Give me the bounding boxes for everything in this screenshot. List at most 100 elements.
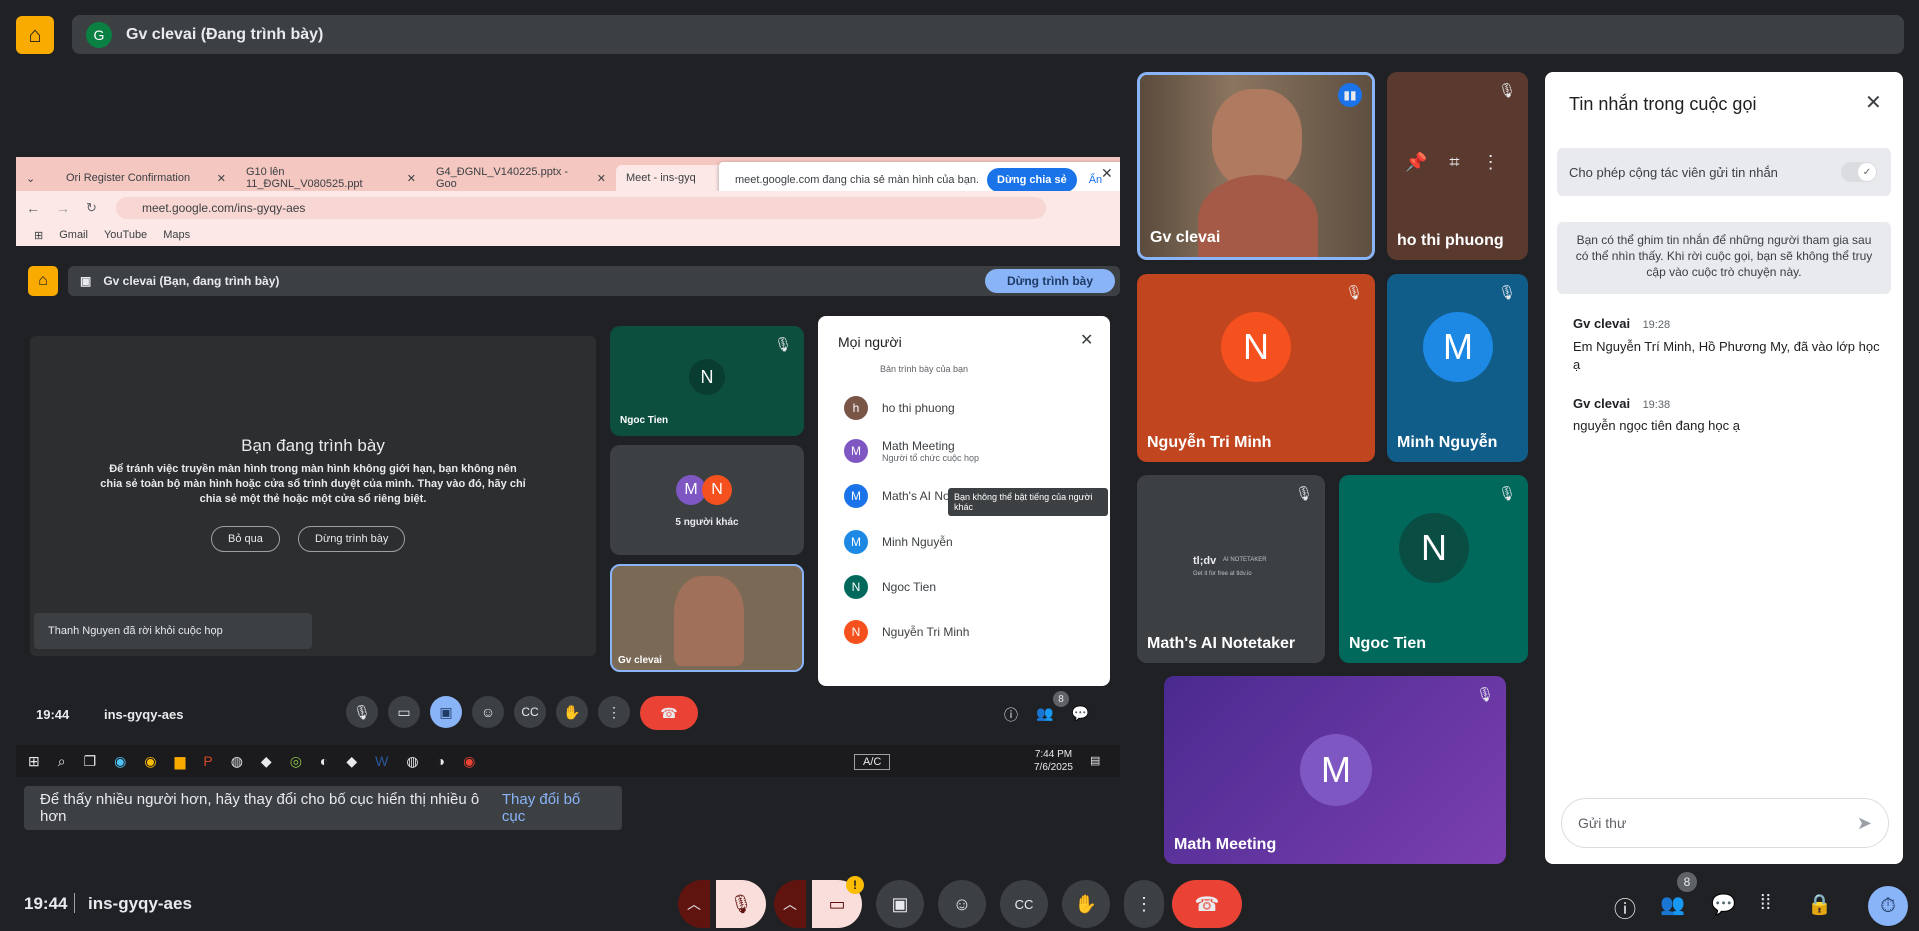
start-icon[interactable]: ⊞: [28, 753, 40, 770]
bookmark-youtube[interactable]: YouTube: [104, 229, 147, 241]
app-icon[interactable]: ◍: [406, 753, 418, 770]
tile-ngoc-tien[interactable]: N 🎙 Ngoc Tien: [1339, 475, 1528, 663]
pin-icon[interactable]: 📌: [1405, 152, 1427, 173]
app-icon[interactable]: ◐: [320, 753, 328, 769]
close-chat-icon[interactable]: ✕: [1865, 90, 1882, 115]
tile-ho-thi-phuong[interactable]: 🎙 📌 ⌗ ⋮ ho thi phuong: [1387, 72, 1528, 260]
app-icon[interactable]: ◑: [437, 753, 445, 769]
task-view-icon[interactable]: ❐: [84, 753, 97, 770]
apps-icon[interactable]: ⊞: [34, 229, 43, 242]
url-field[interactable]: meet.google.com/ins-gyqy-aes: [116, 197, 1046, 219]
host-controls-icon[interactable]: 🔒: [1807, 892, 1832, 917]
tab-label: G4_ĐGNL_V140225.pptx - Goo: [436, 166, 569, 190]
mic-off-button[interactable]: 🎙: [716, 880, 766, 928]
reload-icon[interactable]: ↻: [86, 200, 97, 216]
stop-presenting-inner-button[interactable]: Dừng trình bày: [298, 526, 406, 552]
person-name: Ngoc Tien: [882, 580, 937, 594]
mic-icon[interactable]: 🎙: [346, 696, 378, 728]
captions-icon[interactable]: CC: [514, 696, 546, 728]
tile-gv-clevai[interactable]: ▮▮ Gv clevai: [1137, 72, 1375, 260]
list-item[interactable]: M Math Meeting Người tổ chức cuộc họp: [844, 439, 979, 463]
people-icon[interactable]: 👥: [1660, 892, 1685, 917]
end-call-button[interactable]: ☎: [1172, 880, 1242, 928]
presenting-desc: Để tránh việc truyền màn hình trong màn …: [100, 463, 526, 505]
chrome-icon[interactable]: ◉: [463, 753, 475, 770]
list-item[interactable]: M Minh Nguyễn: [844, 530, 953, 554]
app-icon[interactable]: ◆: [261, 753, 272, 770]
list-item[interactable]: h ho thi phuong: [844, 396, 955, 420]
tile-nguyen-tri-minh[interactable]: N 🎙 Nguyễn Tri Minh: [1137, 274, 1375, 462]
more-options-button[interactable]: ⋮: [1124, 880, 1164, 928]
mic-off-icon: 🎙: [774, 336, 792, 352]
people-icon[interactable]: 👥: [1036, 705, 1053, 725]
forward-icon[interactable]: →: [56, 200, 70, 216]
close-window-icon[interactable]: ✕: [1101, 165, 1113, 182]
change-layout-button[interactable]: Thay đổi bố cục: [502, 791, 606, 825]
timer-icon[interactable]: ⏱: [1868, 886, 1908, 926]
word-icon[interactable]: W: [375, 753, 388, 769]
language-indicator[interactable]: A/C: [854, 754, 891, 770]
list-item[interactable]: N Nguyễn Tri Minh: [844, 620, 969, 644]
inner-meet: ⌂ ▣ Gv clevai (Bạn, đang trình bày) Dừng…: [16, 253, 1120, 779]
present-icon[interactable]: ▣: [430, 696, 462, 728]
browser-tab[interactable]: G10 lên 11_ĐGNL_V080525.ppt ✕: [236, 165, 426, 191]
tile-others[interactable]: M N 5 người khác: [610, 445, 804, 555]
end-call-button[interactable]: ☎: [640, 696, 698, 730]
mic-off-icon: 🎙: [1345, 284, 1363, 300]
taskbar-clock[interactable]: 7:44 PM 7/6/2025: [1034, 748, 1073, 774]
tab-label: G10 lên 11_ĐGNL_V080525.ppt: [246, 166, 363, 190]
more-options-icon[interactable]: ⋮: [1482, 152, 1500, 173]
message-input[interactable]: Gửi thư ➤: [1561, 798, 1889, 848]
more-options-icon[interactable]: ⋮: [598, 696, 630, 728]
send-icon[interactable]: ➤: [1857, 813, 1872, 834]
browser-tab[interactable]: G4_ĐGNL_V140225.pptx - Goo ✕: [426, 165, 616, 191]
list-item[interactable]: M Math's AI Not: [844, 484, 953, 508]
back-icon[interactable]: ←: [26, 200, 40, 216]
emoji-icon[interactable]: ☺: [472, 696, 504, 728]
emoji-button[interactable]: ☺: [938, 880, 986, 928]
app-icon[interactable]: ◆: [346, 753, 357, 770]
info-icon[interactable]: ⓘ: [1004, 705, 1018, 725]
allow-messages-toggle[interactable]: ✓: [1841, 162, 1877, 182]
raise-hand-icon[interactable]: ✋: [556, 696, 588, 728]
stop-presenting-button[interactable]: Dừng trình bày: [984, 269, 1115, 293]
raise-hand-button[interactable]: ✋: [1062, 880, 1110, 928]
present-button[interactable]: ▣: [876, 880, 924, 928]
browser-tab-active[interactable]: Meet - ins-gyq: [616, 165, 726, 191]
tab-list-icon[interactable]: ⌄: [16, 165, 56, 191]
chrome-icon[interactable]: ◉: [144, 753, 156, 770]
folder-icon[interactable]: ▆: [175, 753, 186, 770]
tile-minh-nguyen[interactable]: M 🎙 Minh Nguyễn: [1387, 274, 1528, 462]
tile-math-meeting[interactable]: M 🎙 Math Meeting: [1164, 676, 1506, 864]
message-time: 19:38: [1642, 399, 1671, 411]
mic-options-icon[interactable]: ︿: [678, 880, 710, 928]
tile-name: Gv clevai: [618, 655, 662, 666]
list-item[interactable]: N Ngoc Tien: [844, 575, 936, 599]
edge-icon[interactable]: ◉: [114, 753, 126, 770]
chat-icon[interactable]: 💬: [1711, 892, 1736, 917]
activities-icon[interactable]: ⁞⁞: [1760, 892, 1771, 915]
chat-title: Tin nhắn trong cuộc gọi: [1569, 94, 1757, 114]
app-icon[interactable]: ◍: [231, 753, 243, 770]
shared-screen: ⌄ Ori Register Confirmation ✕ G10 lên 11_…: [16, 157, 1120, 779]
tile-ai-notetaker[interactable]: 🎙 tl;dv AI NOTETAKER Get it for free at …: [1137, 475, 1325, 663]
camera-options-icon[interactable]: ︿: [774, 880, 806, 928]
app-icon[interactable]: ◎: [290, 753, 302, 770]
tile-name: Math's AI Notetaker: [1147, 635, 1296, 652]
powerpoint-icon[interactable]: P: [203, 753, 212, 769]
check-icon: ✓: [1858, 163, 1876, 181]
camera-icon[interactable]: ▭: [388, 696, 420, 728]
bookmark-gmail[interactable]: Gmail: [59, 229, 88, 241]
chat-icon[interactable]: 💬: [1071, 705, 1088, 725]
search-icon[interactable]: ⌕: [58, 753, 66, 770]
video-person-body: [1198, 175, 1318, 257]
stop-share-button[interactable]: Dừng chia sẻ: [987, 168, 1077, 192]
browser-tab[interactable]: Ori Register Confirmation ✕: [56, 165, 236, 191]
info-icon[interactable]: ⓘ: [1614, 892, 1636, 924]
bookmark-maps[interactable]: Maps: [163, 229, 190, 241]
captions-button[interactable]: CC: [1000, 880, 1048, 928]
frame-icon[interactable]: ⌗: [1449, 152, 1459, 173]
notification-icon[interactable]: ▤: [1090, 754, 1100, 767]
close-icon[interactable]: ✕: [1080, 330, 1093, 350]
skip-button[interactable]: Bỏ qua: [211, 526, 280, 552]
